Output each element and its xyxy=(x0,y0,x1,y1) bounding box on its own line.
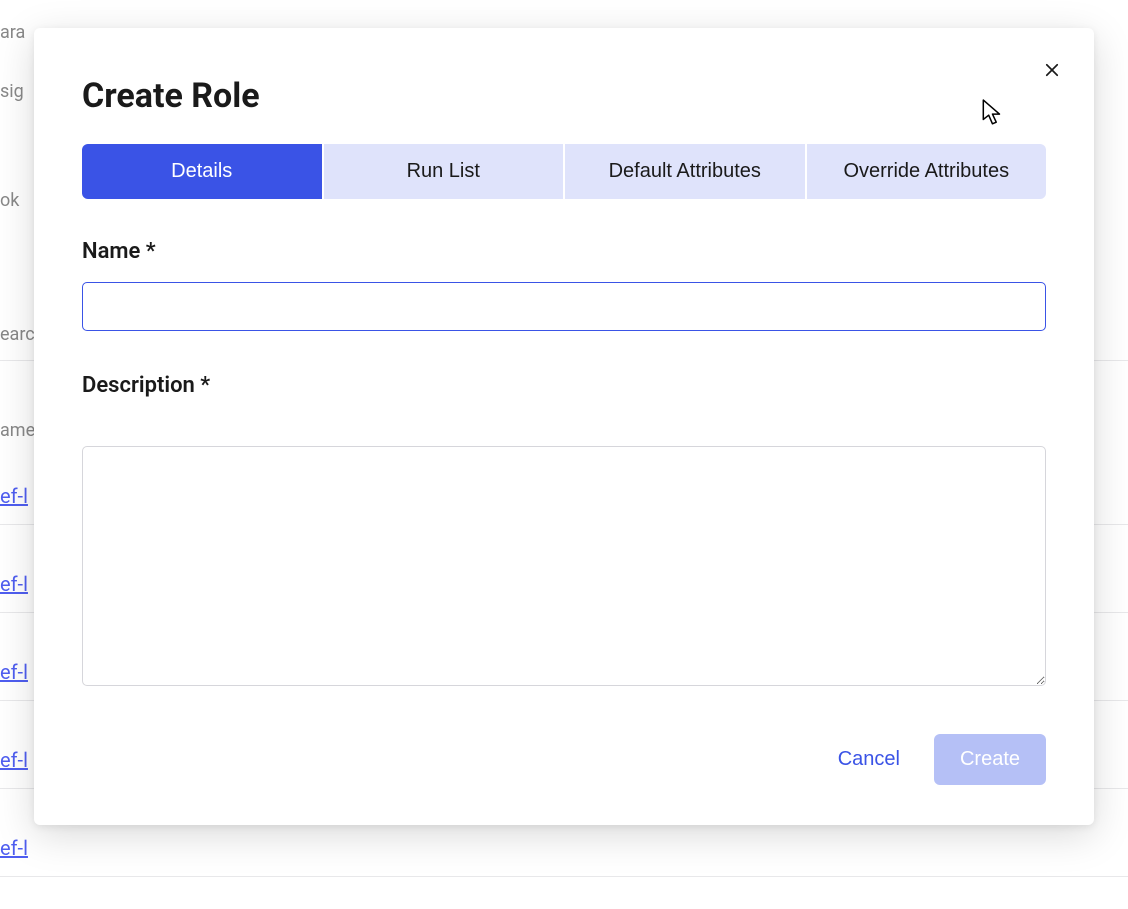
modal-title: Create Role xyxy=(82,76,1046,116)
name-input[interactable] xyxy=(82,282,1046,331)
close-button[interactable] xyxy=(1038,56,1066,84)
tab-run-list[interactable]: Run List xyxy=(324,144,564,199)
description-textarea[interactable] xyxy=(82,446,1046,686)
tab-default-attributes[interactable]: Default Attributes xyxy=(565,144,805,199)
button-row: Cancel Create xyxy=(82,734,1046,785)
name-label: Name * xyxy=(82,239,1046,264)
tab-details[interactable]: Details xyxy=(82,144,322,199)
close-icon xyxy=(1043,61,1061,79)
tab-bar: Details Run List Default Attributes Over… xyxy=(82,144,1046,199)
modal-overlay: Create Role Details Run List Default Att… xyxy=(0,0,1128,909)
create-role-modal: Create Role Details Run List Default Att… xyxy=(34,28,1094,825)
cancel-button[interactable]: Cancel xyxy=(832,738,906,781)
description-label: Description * xyxy=(82,373,1046,398)
create-button[interactable]: Create xyxy=(934,734,1046,785)
tab-override-attributes[interactable]: Override Attributes xyxy=(807,144,1047,199)
